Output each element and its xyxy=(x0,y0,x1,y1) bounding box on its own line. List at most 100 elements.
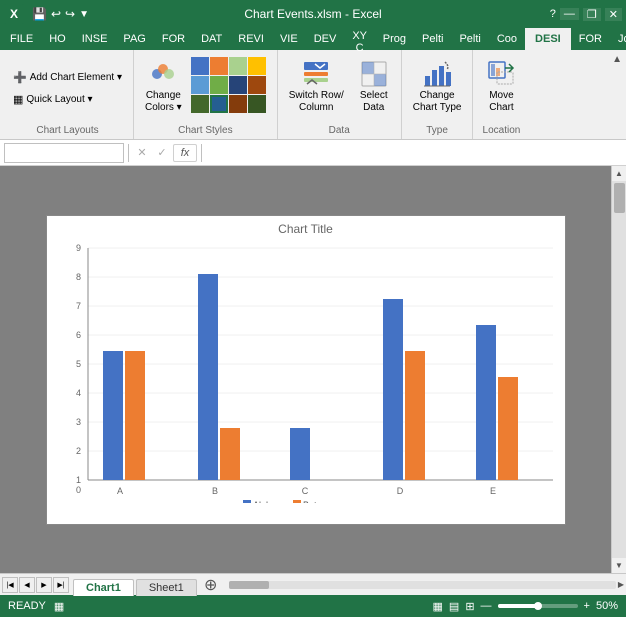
tab-coo[interactable]: Coo xyxy=(489,28,525,50)
scroll-track[interactable] xyxy=(612,181,626,558)
chart-layouts-label: Chart Layouts xyxy=(8,123,127,139)
tab-vie[interactable]: VIE xyxy=(272,28,306,50)
zoom-in-btn[interactable]: + xyxy=(584,600,590,612)
chart-layouts-section: ➕ Add Chart Element ▾ ▦ Quick Layout ▾ C… xyxy=(0,50,134,139)
bar-b-alpha xyxy=(198,274,218,480)
tab-desi[interactable]: DESI xyxy=(525,28,571,50)
svg-text:6: 6 xyxy=(75,330,80,340)
change-colors-button[interactable]: ChangeColors ▾ xyxy=(140,54,187,120)
bar-d-beta xyxy=(405,351,425,480)
select-data-label: SelectData xyxy=(360,90,388,114)
bar-a-alpha xyxy=(103,351,123,480)
prev-sheet-btn[interactable]: ◀ xyxy=(19,577,35,593)
first-sheet-btn[interactable]: |◀ xyxy=(2,577,18,593)
move-chart-button[interactable]: MoveChart xyxy=(479,54,523,120)
tab-jo[interactable]: Jo xyxy=(610,28,626,50)
chart-styles-label: Chart Styles xyxy=(140,123,271,139)
close-btn[interactable]: ✕ xyxy=(605,8,622,21)
ribbon-collapse[interactable]: ▲ xyxy=(608,50,626,139)
add-chart-element-button[interactable]: ➕ Add Chart Element ▾ xyxy=(8,68,127,87)
undo-icon[interactable]: ↩ xyxy=(51,7,61,21)
scroll-down-arrow[interactable]: ▼ xyxy=(612,558,626,573)
name-box[interactable] xyxy=(4,143,124,163)
more-icon[interactable]: ▼ xyxy=(79,9,89,20)
confirm-formula-btn[interactable]: ✓ xyxy=(153,144,171,162)
formula-input[interactable] xyxy=(206,143,622,163)
svg-text:9: 9 xyxy=(75,243,80,253)
function-btn[interactable]: fx xyxy=(173,144,197,162)
h-scroll-thumb[interactable] xyxy=(229,581,269,589)
change-chart-type-button[interactable]: ChangeChart Type xyxy=(408,54,467,120)
save-icon[interactable]: 💾 xyxy=(32,7,47,21)
title-bar: X 💾 ↩ ↪ ▼ Chart Events.xlsm - Excel ? — … xyxy=(0,0,626,28)
restore-btn[interactable]: ❐ xyxy=(583,8,601,21)
quick-styles-area[interactable] xyxy=(191,54,271,113)
add-chart-element-label: Add Chart Element ▾ xyxy=(30,72,122,83)
formula-bar: ✕ ✓ fx xyxy=(0,140,626,166)
tab-chart1[interactable]: Chart1 xyxy=(73,579,134,596)
h-scroll-track[interactable] xyxy=(229,581,616,589)
data-label: Data xyxy=(284,123,395,139)
ribbon-tab-bar: FILE HO INSE PAG FOR DAT REVI VIE DEV XY… xyxy=(0,28,626,50)
svg-text:B: B xyxy=(211,486,217,496)
chart-styles-section: ChangeColors ▾ Chart Styles xyxy=(134,50,278,139)
view-normal-icon[interactable]: ▦ xyxy=(433,600,443,613)
svg-text:A: A xyxy=(116,486,122,496)
change-colors-icon xyxy=(147,58,179,90)
svg-text:2: 2 xyxy=(75,446,80,456)
bar-e-beta xyxy=(498,377,518,480)
tab-prog[interactable]: Prog xyxy=(375,28,414,50)
scroll-thumb[interactable] xyxy=(614,183,625,213)
tab-inse[interactable]: INSE xyxy=(74,28,116,50)
add-sheet-btn[interactable]: ⊕ xyxy=(201,575,221,595)
select-data-button[interactable]: SelectData xyxy=(353,54,395,120)
switch-row-column-button[interactable]: Switch Row/Column xyxy=(284,54,349,120)
move-chart-icon xyxy=(485,58,517,90)
switch-row-col-label: Switch Row/Column xyxy=(289,90,344,114)
next-sheet-btn[interactable]: ▶ xyxy=(36,577,52,593)
svg-text:8: 8 xyxy=(75,272,80,282)
svg-text:D: D xyxy=(396,486,403,496)
tab-pelti1[interactable]: Pelti xyxy=(414,28,451,50)
zoom-out-btn[interactable]: — xyxy=(481,600,492,612)
bar-d-alpha xyxy=(383,299,403,480)
view-layout-icon[interactable]: ▤ xyxy=(449,600,459,613)
h-scroll-right-arrow[interactable]: ▶ xyxy=(616,580,626,589)
redo-icon[interactable]: ↪ xyxy=(65,7,75,21)
zoom-level[interactable]: 50% xyxy=(596,600,618,612)
sheet-tabs-row: |◀ ◀ ▶ ▶| Chart1 Sheet1 ⊕ ▶ xyxy=(0,573,626,595)
last-sheet-btn[interactable]: ▶| xyxy=(53,577,69,593)
help-btn[interactable]: ? xyxy=(550,8,556,20)
location-label: Location xyxy=(479,123,523,139)
cancel-formula-btn[interactable]: ✕ xyxy=(133,144,151,162)
vertical-scrollbar[interactable]: ▲ ▼ xyxy=(611,166,626,573)
tab-revi[interactable]: REVI xyxy=(230,28,272,50)
tab-dev[interactable]: DEV xyxy=(306,28,345,50)
chart-sheet-area: Chart Title 9 8 7 6 xyxy=(0,166,611,573)
status-text: READY xyxy=(8,600,46,612)
formula-separator xyxy=(128,144,129,162)
tab-ho[interactable]: HO xyxy=(41,28,74,50)
tab-for[interactable]: FOR xyxy=(154,28,193,50)
bar-b-beta xyxy=(220,428,240,480)
tab-format[interactable]: FOR xyxy=(571,28,610,50)
tab-sheet1[interactable]: Sheet1 xyxy=(136,579,197,596)
tab-pelti2[interactable]: Pelti xyxy=(451,28,488,50)
quick-layout-button[interactable]: ▦ Quick Layout ▾ xyxy=(8,90,127,109)
tab-dat[interactable]: DAT xyxy=(193,28,230,50)
change-chart-type-icon xyxy=(421,58,453,90)
main-area: Chart Title 9 8 7 6 xyxy=(0,166,626,573)
zoom-slider[interactable] xyxy=(498,604,578,608)
chart-title: Chart Title xyxy=(53,222,559,236)
view-break-icon[interactable]: ⊞ xyxy=(465,600,474,613)
excel-app-icon: X xyxy=(4,4,24,24)
h-scroll-area: ▶ xyxy=(229,580,626,589)
svg-text:4: 4 xyxy=(75,388,80,398)
tab-file[interactable]: FILE xyxy=(2,28,41,50)
minimize-btn[interactable]: — xyxy=(560,8,579,20)
tab-pag[interactable]: PAG xyxy=(115,28,153,50)
chart-frame[interactable]: Chart Title 9 8 7 6 xyxy=(46,215,566,525)
svg-text:0: 0 xyxy=(75,485,80,495)
scroll-up-arrow[interactable]: ▲ xyxy=(612,166,626,181)
tab-xyc[interactable]: XY C xyxy=(344,28,374,50)
